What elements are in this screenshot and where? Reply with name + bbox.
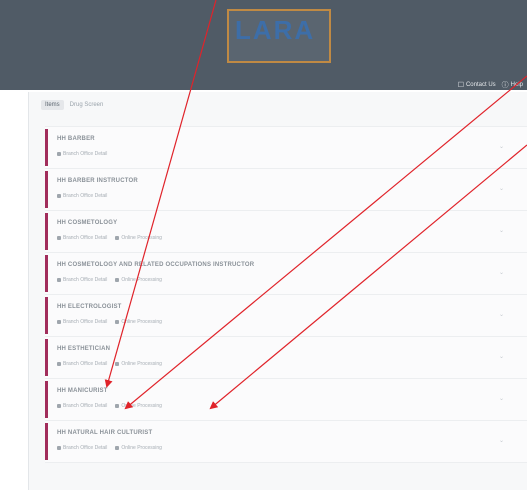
license-meta: Branch Office Detail: [57, 151, 107, 157]
help-link[interactable]: ⓘ Help: [502, 80, 523, 90]
meta-chip: Online Processing: [115, 361, 162, 367]
lara-logo[interactable]: LARA: [227, 9, 331, 63]
chevron-down-icon[interactable]: ⌄: [499, 437, 504, 444]
chevron-down-icon[interactable]: ⌄: [499, 311, 504, 318]
chip-label: Online Processing: [121, 319, 162, 325]
list-item[interactable]: HH ESTHETICIAN Branch Office Detail Onli…: [45, 337, 527, 379]
license-title: HH BARBER INSTRUCTOR: [57, 178, 138, 184]
help-label: Help: [510, 82, 523, 88]
document-icon: [57, 278, 61, 282]
chip-label: Online Processing: [121, 235, 162, 241]
help-icon: ⓘ: [501, 82, 509, 89]
chip-label: Branch Office Detail: [63, 361, 108, 367]
license-meta: Branch Office Detail Online Processing: [57, 277, 162, 283]
app-header: LARA ☐ Contact Us ⓘ Help: [0, 0, 527, 90]
online-icon: [115, 236, 120, 240]
license-meta: Branch Office Detail Online Processing: [57, 235, 162, 241]
document-icon: [57, 152, 61, 156]
chip-label: Branch Office Detail: [63, 319, 108, 325]
license-meta: Branch Office Detail Online Processing: [57, 319, 162, 325]
chip-label: Online Processing: [121, 277, 162, 283]
chip-label: Branch Office Detail: [63, 193, 108, 199]
accent-bar: [45, 171, 48, 208]
meta-chip: Online Processing: [115, 445, 162, 451]
license-title: HH ESTHETICIAN: [57, 346, 111, 352]
online-icon: [115, 446, 120, 450]
list-item[interactable]: HH BARBER INSTRUCTOR Branch Office Detai…: [45, 169, 527, 211]
meta-chip: Branch Office Detail: [57, 151, 107, 157]
license-panel: Items Drug Screen HH BARBER Branch Offic…: [28, 92, 527, 490]
meta-chip: Online Processing: [115, 277, 162, 283]
accent-bar: [45, 423, 48, 460]
chevron-down-icon[interactable]: ⌄: [499, 143, 504, 150]
chip-label: Online Processing: [121, 445, 162, 451]
meta-chip: Branch Office Detail: [57, 445, 107, 451]
license-title: HH COSMETOLOGY AND RELATED OCCUPATIONS I…: [57, 262, 255, 268]
chip-label: Branch Office Detail: [63, 403, 108, 409]
accent-bar: [45, 339, 48, 376]
document-icon: [57, 362, 61, 366]
chip-label: Branch Office Detail: [63, 151, 108, 157]
list-item[interactable]: HH MANICURIST Branch Office Detail Onlin…: [45, 379, 527, 421]
accent-bar: [45, 213, 48, 250]
chip-label: Branch Office Detail: [63, 277, 108, 283]
chip-label: Online Processing: [121, 403, 162, 409]
meta-chip: Branch Office Detail: [57, 403, 107, 409]
license-title: HH ELECTROLOGIST: [57, 304, 122, 310]
meta-chip: Branch Office Detail: [57, 319, 107, 325]
list-item[interactable]: HH BARBER Branch Office Detail ⌄: [45, 127, 527, 169]
meta-chip: Online Processing: [115, 235, 162, 241]
chevron-down-icon[interactable]: ⌄: [499, 353, 504, 360]
contact-us-link[interactable]: ☐ Contact Us: [458, 81, 496, 89]
logo-text: LARA: [235, 15, 316, 45]
chip-label: Branch Office Detail: [63, 445, 108, 451]
list-item[interactable]: HH COSMETOLOGY Branch Office Detail Onli…: [45, 211, 527, 253]
meta-chip: Branch Office Detail: [57, 277, 107, 283]
license-title: HH MANICURIST: [57, 388, 108, 394]
contact-icon: ☐: [457, 82, 464, 89]
chevron-down-icon[interactable]: ⌄: [499, 185, 504, 192]
list-item[interactable]: HH NATURAL HAIR CULTURIST Branch Office …: [45, 421, 527, 463]
document-icon: [57, 404, 61, 408]
license-meta: Branch Office Detail Online Processing: [57, 361, 162, 367]
license-title: HH COSMETOLOGY: [57, 220, 118, 226]
tab-bar: Items Drug Screen: [41, 100, 107, 110]
meta-chip: Branch Office Detail: [57, 235, 107, 241]
online-icon: [115, 320, 120, 324]
list-item[interactable]: HH COSMETOLOGY AND RELATED OCCUPATIONS I…: [45, 253, 527, 295]
license-meta: Branch Office Detail Online Processing: [57, 403, 162, 409]
meta-chip: Online Processing: [115, 319, 162, 325]
accent-bar: [45, 381, 48, 418]
document-icon: [57, 236, 61, 240]
online-icon: [115, 278, 120, 282]
license-title: HH BARBER: [57, 136, 95, 142]
chevron-down-icon[interactable]: ⌄: [499, 269, 504, 276]
online-icon: [115, 362, 120, 366]
accent-bar: [45, 297, 48, 334]
document-icon: [57, 194, 61, 198]
chip-label: Online Processing: [121, 361, 162, 367]
document-icon: [57, 446, 61, 450]
license-list: HH BARBER Branch Office Detail ⌄ HH BARB…: [45, 126, 527, 463]
chip-label: Branch Office Detail: [63, 235, 108, 241]
contact-us-label: Contact Us: [465, 82, 496, 88]
document-icon: [57, 320, 61, 324]
meta-chip: Branch Office Detail: [57, 361, 107, 367]
chevron-down-icon[interactable]: ⌄: [499, 395, 504, 402]
license-meta: Branch Office Detail Online Processing: [57, 445, 162, 451]
meta-chip: Branch Office Detail: [57, 193, 107, 199]
tab-items[interactable]: Items: [41, 100, 64, 110]
header-actions: ☐ Contact Us ⓘ Help: [458, 80, 523, 90]
meta-chip: Online Processing: [115, 403, 162, 409]
tab-drug-screen[interactable]: Drug Screen: [66, 100, 108, 110]
license-title: HH NATURAL HAIR CULTURIST: [57, 430, 153, 436]
chevron-down-icon[interactable]: ⌄: [499, 227, 504, 234]
license-meta: Branch Office Detail: [57, 193, 107, 199]
accent-bar: [45, 255, 48, 292]
list-item[interactable]: HH ELECTROLOGIST Branch Office Detail On…: [45, 295, 527, 337]
online-icon: [115, 404, 120, 408]
accent-bar: [45, 129, 48, 166]
